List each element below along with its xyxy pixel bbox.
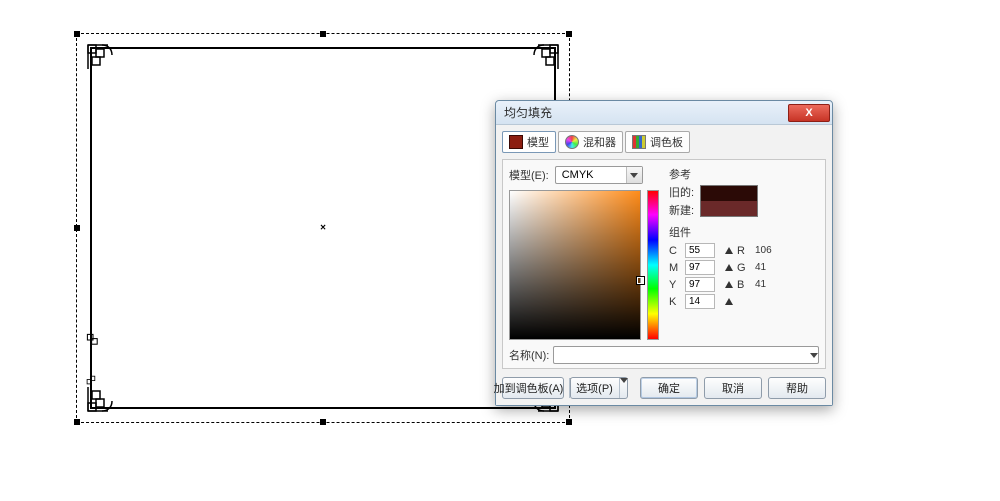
selection-handle-br[interactable] (566, 419, 572, 425)
dialog-body: 模型 混和器 调色板 模型(E): CMYK (496, 125, 832, 405)
corner-ornament-icon (86, 333, 114, 361)
selection-handle-tl[interactable] (74, 31, 80, 37)
window-close-button[interactable]: X (788, 104, 830, 122)
selection-handle-bm[interactable] (320, 419, 326, 425)
c-label: C (669, 245, 681, 257)
help-button[interactable]: 帮助 (768, 377, 826, 399)
model-select-value: CMYK (556, 169, 626, 181)
k-label: K (669, 296, 681, 308)
old-color-swatch (701, 186, 757, 201)
y-slider[interactable] (725, 281, 733, 288)
selection-handle-tm[interactable] (320, 31, 326, 37)
b-label: B (737, 279, 751, 291)
corner-ornament-icon (86, 363, 108, 385)
g-value: 41 (755, 262, 781, 273)
model-label: 模型(E): (509, 167, 549, 183)
dropdown-icon (810, 353, 818, 358)
components-label: 组件 (669, 227, 691, 239)
reference-label: 参考 (669, 166, 819, 182)
g-label: G (737, 262, 751, 274)
r-label: R (737, 245, 751, 257)
tab-palette[interactable]: 调色板 (625, 131, 690, 153)
k-slider[interactable] (725, 298, 733, 305)
y-input[interactable]: 97 (685, 277, 715, 292)
dialog-button-bar: 加到调色板(A) 选项(P) 确定 取消 帮助 (502, 377, 826, 399)
uniform-fill-dialog: 均匀填充 X 模型 混和器 调色板 (495, 100, 833, 406)
color-name-combobox[interactable] (553, 346, 819, 364)
corner-ornament-icon (86, 43, 126, 83)
old-color-label: 旧的: (669, 184, 694, 200)
tab-model[interactable]: 模型 (502, 131, 556, 153)
dialog-titlebar[interactable]: 均匀填充 X (496, 101, 832, 125)
m-label: M (669, 262, 681, 274)
reference-swatches (700, 185, 758, 217)
corner-ornament-icon (520, 43, 560, 83)
add-to-palette-button[interactable]: 加到调色板(A) (502, 377, 564, 399)
r-value: 106 (755, 245, 781, 256)
frame-object[interactable] (90, 47, 556, 409)
mode-tabs: 模型 混和器 调色板 (502, 131, 826, 153)
close-icon: X (805, 107, 812, 119)
selection-handle-tr[interactable] (566, 31, 572, 37)
y-label: Y (669, 279, 681, 291)
tab-model-label: 模型 (527, 134, 549, 150)
model-panel: 模型(E): CMYK 参考 (502, 159, 826, 369)
new-color-swatch (701, 201, 757, 216)
tab-mixer-label: 混和器 (583, 134, 616, 150)
m-input[interactable]: 97 (685, 260, 715, 275)
hue-slider[interactable] (647, 190, 659, 340)
selection-handle-bl[interactable] (74, 419, 80, 425)
k-input[interactable]: 14 (685, 294, 715, 309)
dialog-title: 均匀填充 (504, 104, 788, 121)
name-label: 名称(N): (509, 347, 549, 363)
new-color-label: 新建: (669, 202, 694, 218)
options-button[interactable]: 选项(P) (570, 377, 628, 399)
model-select[interactable]: CMYK (555, 166, 643, 184)
chevron-down-icon (619, 378, 628, 398)
palette-tab-icon (632, 135, 646, 149)
tab-mixer[interactable]: 混和器 (558, 131, 623, 153)
b-value: 41 (755, 279, 781, 290)
dropdown-icon (626, 167, 642, 183)
cancel-button[interactable]: 取消 (704, 377, 762, 399)
selection-handle-ml[interactable] (74, 225, 80, 231)
ok-button[interactable]: 确定 (640, 377, 698, 399)
model-tab-icon (509, 135, 523, 149)
mixer-tab-icon (565, 135, 579, 149)
c-input[interactable]: 55 (685, 243, 715, 258)
color-field-cursor[interactable] (637, 277, 644, 284)
c-slider[interactable] (725, 247, 733, 254)
tab-palette-label: 调色板 (650, 134, 683, 150)
color-field[interactable] (509, 190, 641, 340)
m-slider[interactable] (725, 264, 733, 271)
